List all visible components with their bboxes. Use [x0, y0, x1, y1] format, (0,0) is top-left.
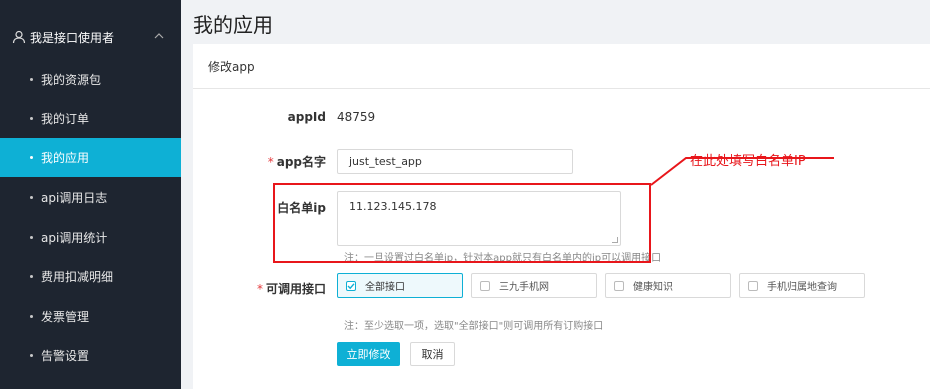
card-title: 修改app: [208, 59, 255, 74]
appname-input[interactable]: just_test_app: [337, 149, 573, 174]
sidebar-item-resource-packs[interactable]: 我的资源包: [0, 60, 181, 99]
bullet-icon: [30, 78, 33, 81]
bullet-icon: [30, 156, 33, 159]
appname-input-value: just_test_app: [349, 155, 422, 168]
sidebar-group-user[interactable]: 我是接口使用者: [0, 22, 181, 52]
appname-label: * app名字: [250, 153, 326, 170]
bullet-icon: [30, 196, 33, 199]
sidebar-item-label: 告警设置: [41, 349, 90, 363]
sidebar-item-api-stats[interactable]: api调用统计: [0, 218, 181, 257]
interfaces-hint: 注：至少选取一项，选取"全部接口"则可调用所有订购接口: [344, 321, 604, 332]
sidebar-item-label: api调用统计: [41, 231, 108, 245]
appname-label-text: app名字: [276, 155, 326, 169]
chevron-up-icon[interactable]: [153, 30, 165, 42]
checkbox-icon: [480, 280, 490, 291]
bullet-icon: [30, 236, 33, 239]
sidebar-item-label: 我的资源包: [41, 73, 102, 87]
bullet-icon: [30, 315, 33, 318]
checkbox-icon: [614, 280, 624, 291]
required-mark: *: [256, 282, 263, 296]
bullet-icon: [30, 275, 33, 278]
sidebar-item-alerts[interactable]: 告警设置: [0, 336, 181, 375]
interface-checkbox-phone-location[interactable]: 手机归属地查询: [739, 273, 865, 298]
interface-checkbox-label: 全部接口: [365, 282, 405, 293]
required-mark: *: [267, 155, 274, 169]
interface-checkbox-label: 手机归属地查询: [767, 282, 837, 293]
sidebar-item-label: 费用扣减明细: [41, 270, 114, 284]
sidebar-item-orders[interactable]: 我的订单: [0, 99, 181, 138]
card-header: 修改app: [193, 44, 930, 89]
submit-button[interactable]: 立即修改: [337, 342, 400, 366]
cancel-button[interactable]: 取消: [410, 342, 455, 366]
sidebar-item-api-logs[interactable]: api调用日志: [0, 178, 181, 217]
checkbox-checked-icon: [346, 280, 356, 291]
interface-checkbox-39phone[interactable]: 三九手机网: [471, 273, 597, 298]
sidebar-group-label: 我是接口使用者: [30, 30, 115, 45]
interfaces-label-text: 可调用接口: [265, 282, 326, 296]
appid-value: 48759: [337, 110, 376, 124]
interface-checkbox-label: 健康知识: [633, 282, 673, 293]
annotation-text: 在此处填写白名单IP: [690, 154, 806, 169]
user-icon: [12, 30, 26, 44]
checkbox-icon: [748, 280, 758, 291]
sidebar-item-fee-details[interactable]: 费用扣减明细: [0, 257, 181, 296]
sidebar: 我是接口使用者 我的资源包 我的订单 我的应用 api调用日志 api调用统计 …: [0, 0, 181, 389]
appid-label: appId: [287, 110, 326, 124]
sidebar-item-label: api调用日志: [41, 191, 108, 205]
annotation-highlight-box: [273, 183, 651, 263]
bullet-icon: [30, 117, 33, 120]
interface-checkbox-all[interactable]: 全部接口: [337, 273, 463, 298]
sidebar-item-label: 发票管理: [41, 310, 90, 324]
sidebar-item-invoices[interactable]: 发票管理: [0, 297, 181, 336]
sidebar-item-label: 我的订单: [41, 112, 90, 126]
bullet-icon: [30, 354, 33, 357]
interface-checkbox-label: 三九手机网: [499, 282, 549, 293]
interface-checkbox-health[interactable]: 健康知识: [605, 273, 731, 298]
sidebar-item-label: 我的应用: [41, 151, 90, 165]
sidebar-item-my-apps[interactable]: 我的应用: [0, 138, 181, 177]
page-title: 我的应用: [193, 13, 273, 37]
interfaces-label: * 可调用接口: [240, 280, 326, 297]
